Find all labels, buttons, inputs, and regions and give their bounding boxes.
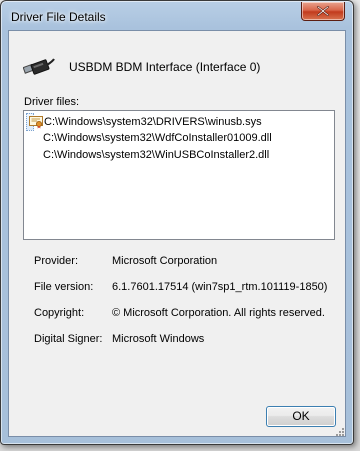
file-version-value: 6.1.7601.17514 (win7sp1_rtm.101119-1850)	[112, 281, 328, 293]
driver-file-details-dialog: Driver File Details USBDM BDM Interface …	[0, 0, 354, 445]
list-item[interactable]: C:\Windows\system32\DRIVERS\winusb.sys	[26, 113, 262, 131]
file-path: C:\Windows\system32\DRIVERS\winusb.sys	[44, 116, 262, 128]
title-bar[interactable]: Driver File Details	[1, 1, 353, 30]
digital-signer-value: Microsoft Windows	[112, 333, 205, 345]
close-icon	[317, 6, 329, 16]
device-name: USBDM BDM Interface (Interface 0)	[69, 60, 261, 74]
resize-grip-icon[interactable]	[335, 427, 345, 437]
digital-signer-label: Digital Signer:	[34, 333, 103, 345]
file-path: C:\Windows\system32\WinUSBCoInstaller2.d…	[43, 149, 270, 161]
file-path: C:\Windows\system32\WdfCoInstaller01009.…	[43, 132, 272, 144]
provider-label: Provider:	[34, 255, 79, 267]
usb-plug-icon	[23, 58, 55, 75]
dialog-content: USBDM BDM Interface (Interface 0) Driver…	[8, 30, 346, 437]
copyright-label: Copyright:	[34, 307, 85, 319]
driver-files-label: Driver files:	[24, 96, 80, 108]
file-version-label: File version:	[34, 281, 94, 293]
copyright-value: © Microsoft Corporation. All rights rese…	[112, 307, 325, 319]
certificate-icon	[29, 116, 43, 129]
close-button[interactable]	[301, 2, 345, 21]
ok-button[interactable]: OK	[266, 406, 336, 427]
provider-value: Microsoft Corporation	[112, 255, 218, 267]
driver-files-list[interactable]: C:\Windows\system32\DRIVERS\winusb.sys C…	[23, 110, 335, 240]
window-title: Driver File Details	[11, 10, 106, 24]
